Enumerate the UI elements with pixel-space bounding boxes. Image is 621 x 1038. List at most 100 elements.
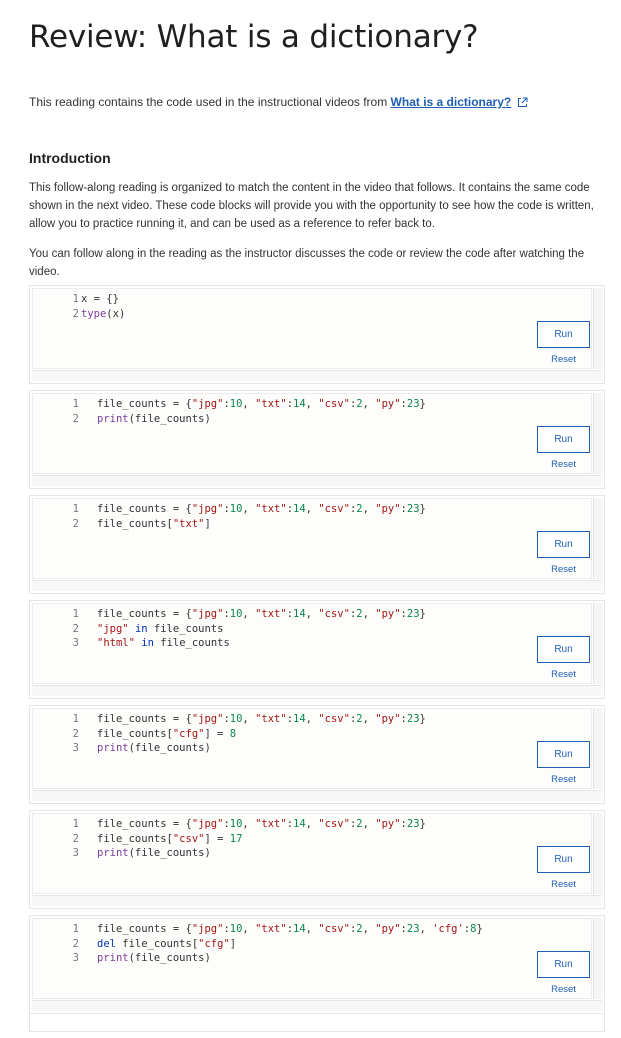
code-token: (x) (106, 307, 126, 320)
code-token: file_counts[ (115, 937, 199, 950)
code-editor[interactable]: 1x = {} 2 type(x) (32, 288, 592, 369)
section-heading: Introduction (29, 150, 111, 166)
code-line: 2 "jpg" in file_counts (33, 622, 591, 637)
horizontal-scrollbar[interactable] (32, 475, 602, 486)
run-button[interactable]: Run (537, 741, 590, 768)
code-token: , (242, 608, 256, 620)
code-token: } (419, 818, 426, 830)
vertical-scrollbar[interactable] (593, 498, 602, 579)
code-editor[interactable]: 1 file_counts = {"jpg":10, "txt":14, "csv… (32, 918, 592, 999)
code-token: , (305, 398, 319, 410)
code-token: print (97, 952, 129, 964)
run-button[interactable]: Run (537, 846, 590, 873)
code-token: "py" (375, 503, 401, 515)
code-token: 10 (229, 398, 243, 410)
horizontal-scrollbar[interactable] (32, 370, 602, 381)
code-line: 1 file_counts = {"jpg":10, "txt":14, "csv… (33, 607, 591, 622)
vertical-scrollbar[interactable] (593, 813, 602, 894)
run-button[interactable]: Run (537, 951, 590, 978)
code-line: 1 file_counts = {"jpg":10, "txt":14, "csv… (33, 712, 591, 727)
code-token: 'cfg' (432, 923, 464, 935)
code-token: (file_counts) (128, 742, 211, 754)
code-token: "jpg" (191, 818, 224, 830)
vertical-scrollbar[interactable] (593, 393, 602, 474)
line-number: 3 (72, 742, 79, 754)
code-line: 3 print(file_counts) (33, 741, 591, 756)
line-number: 1 (72, 818, 79, 830)
code-token: "csv" (318, 608, 350, 620)
video-link[interactable]: What is a dictionary? (391, 95, 512, 109)
vertical-scrollbar[interactable] (593, 288, 602, 369)
code-token: , (362, 503, 376, 515)
code-text: "html" in file_counts (97, 636, 230, 651)
reset-button[interactable]: Reset (537, 772, 590, 786)
code-editor[interactable]: 1 file_counts = {"jpg":10, "txt":14, "csv… (32, 393, 592, 474)
line-number: 3 (72, 847, 79, 859)
code-editor[interactable]: 1 file_counts = {"jpg":10, "txt":14, "csv… (32, 708, 592, 789)
code-token: "txt" (255, 608, 287, 620)
intro-line: This reading contains the code used in t… (29, 93, 607, 111)
horizontal-scrollbar[interactable] (32, 1000, 602, 1011)
code-token: 23 (406, 713, 420, 725)
code-editor[interactable]: 1 file_counts = {"jpg":10, "txt":14, "csv… (32, 498, 592, 579)
code-text: file_counts = {"jpg":10, "txt":14, "csv"… (97, 397, 426, 412)
code-token: 10 (229, 503, 243, 515)
code-token: file_counts = { (97, 713, 192, 725)
reset-button[interactable]: Reset (537, 457, 590, 471)
reset-button[interactable]: Reset (537, 982, 590, 996)
code-token: del (97, 937, 116, 950)
code-editor[interactable]: 1 file_counts = {"jpg":10, "txt":14, "csv… (32, 813, 592, 894)
code-token: "jpg" (191, 713, 224, 725)
code-token: } (419, 503, 426, 515)
code-line: 3 print(file_counts) (33, 846, 591, 861)
run-button[interactable]: Run (537, 636, 590, 663)
code-token: 14 (293, 713, 306, 725)
follow-along-paragraph: You can follow along in the reading as t… (29, 248, 585, 278)
code-token: print (97, 847, 129, 859)
code-line: 2 print(file_counts) (33, 412, 591, 427)
vertical-scrollbar[interactable] (593, 918, 602, 999)
vertical-scrollbar[interactable] (593, 708, 602, 789)
intro-paragraph: This follow-along reading is organized t… (29, 182, 594, 230)
horizontal-scrollbar[interactable] (32, 580, 602, 591)
code-line: 2 type(x) (33, 307, 591, 322)
code-token: "jpg" (191, 923, 224, 935)
code-line: 1 file_counts = {"jpg":10, "txt":14, "csv… (33, 502, 591, 517)
code-token: file_counts = { (97, 923, 192, 935)
code-token: "py" (375, 818, 401, 830)
line-number: 2 (72, 622, 79, 635)
line-number: 2 (72, 307, 79, 320)
code-token: , (242, 713, 256, 725)
code-text: file_counts = {"jpg":10, "txt":14, "csv"… (97, 712, 426, 727)
horizontal-scrollbar[interactable] (32, 790, 602, 801)
reset-button[interactable]: Reset (537, 877, 590, 891)
code-token: in (141, 637, 154, 649)
reset-button[interactable]: Reset (537, 562, 590, 576)
code-token: , (362, 818, 376, 830)
code-line: 1x = {} (33, 292, 591, 307)
code-token: "jpg" (191, 398, 224, 410)
code-line: 3 print(file_counts) (33, 951, 591, 966)
code-token: "csv" (172, 832, 205, 845)
code-token: , (305, 713, 319, 725)
code-token: , (362, 923, 376, 935)
code-token: 14 (293, 608, 306, 620)
code-token: "py" (375, 923, 401, 935)
code-editor[interactable]: 1 file_counts = {"jpg":10, "txt":14, "csv… (32, 603, 592, 684)
code-token: file_counts[ (97, 832, 173, 845)
reset-button[interactable]: Reset (537, 667, 590, 681)
line-number: 3 (72, 637, 79, 649)
horizontal-scrollbar[interactable] (32, 895, 602, 906)
run-button[interactable]: Run (537, 426, 590, 453)
code-token: "py" (375, 398, 401, 410)
run-button[interactable]: Run (537, 531, 590, 558)
code-token: "csv" (318, 398, 350, 410)
vertical-scrollbar[interactable] (593, 603, 602, 684)
code-token: "txt" (255, 713, 287, 725)
code-token: ] (204, 517, 211, 530)
reset-button[interactable]: Reset (537, 352, 590, 366)
horizontal-scrollbar[interactable] (32, 685, 602, 696)
code-token: 14 (293, 398, 306, 410)
code-token: file_counts = { (97, 818, 192, 830)
run-button[interactable]: Run (537, 321, 590, 348)
